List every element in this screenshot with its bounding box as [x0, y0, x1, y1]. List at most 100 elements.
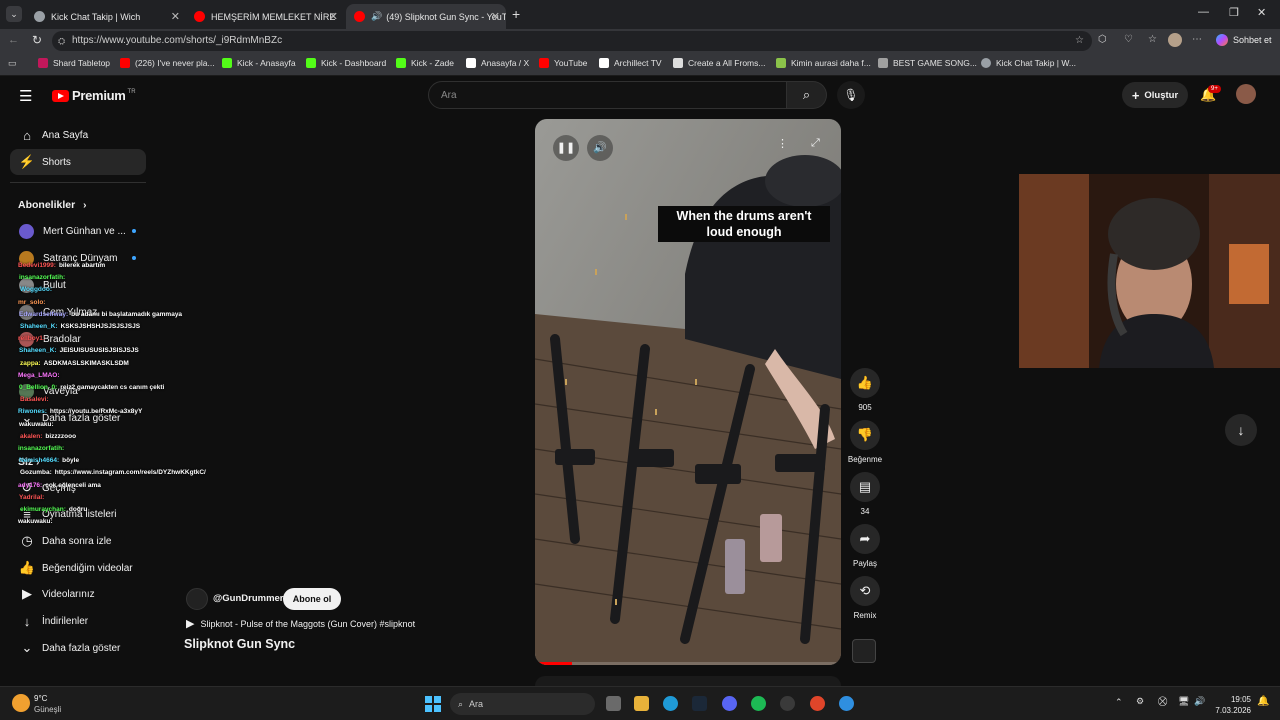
voice-search-button[interactable]: 🎙	[837, 81, 865, 109]
maximize-button[interactable]: ❐	[1229, 6, 1239, 19]
speaker-icon[interactable]: 🔊	[371, 11, 382, 22]
profile-avatar[interactable]	[1168, 33, 1182, 47]
tab-label: HEMŞERİM MEMLEKET NİRE	[211, 11, 336, 22]
channel-name[interactable]: @GunDrummer	[213, 593, 284, 604]
subscribe-button[interactable]: Abone ol	[283, 588, 341, 610]
tab-kick-chat[interactable]: Kick Chat Takip | Wich ✕	[26, 4, 186, 29]
minimize-button[interactable]: —	[1198, 6, 1209, 18]
search-input[interactable]: Ara	[428, 81, 787, 109]
volume-icon[interactable]: 🔊	[1194, 696, 1205, 707]
close-window-button[interactable]: ✕	[1257, 6, 1266, 19]
comments-button[interactable]: ▤	[850, 472, 880, 502]
channel-avatar[interactable]	[186, 588, 208, 610]
collections-icon[interactable]: ♡	[1124, 34, 1133, 45]
task-view-icon[interactable]	[606, 696, 621, 711]
tray-app-icon[interactable]: ⚙	[1136, 696, 1144, 707]
url-field[interactable]: ⛭ https://www.youtube.com/shorts/_i9RdmM…	[52, 31, 1092, 51]
dislike-button[interactable]: 👎	[850, 420, 880, 450]
subscriptions-header[interactable]: Abonelikler ›	[18, 199, 86, 211]
short-video-player[interactable]: ❚❚ 🔊 ⋮ ⤢ When the drums aren't loud enou…	[535, 119, 841, 665]
search-button[interactable]: ⌕	[787, 81, 827, 109]
sound-link[interactable]: ▶ Slipknot - Pulse of the Maggots (Gun C…	[186, 617, 415, 630]
chat-message: zappa: ASDKMASLSKIMASKLSDM	[20, 360, 129, 367]
sidebar-sub-mert[interactable]: Mert Günhan ve ...	[10, 218, 146, 244]
tray-chevron-icon[interactable]: ⌃	[1115, 697, 1123, 708]
sound-title: Slipknot - Pulse of the Maggots (Gun Cov…	[200, 618, 416, 629]
sidebar-item-show-more[interactable]: ⌄ Daha fazla göster	[10, 635, 146, 661]
browser-icon[interactable]	[839, 696, 854, 711]
start-button[interactable]	[425, 696, 441, 712]
bookmark-archillect[interactable]: Archillect TV	[599, 58, 662, 68]
star-icon[interactable]: ☆	[1075, 31, 1084, 51]
bookmark-shard-tabletop[interactable]: Shard Tabletop	[38, 58, 110, 68]
account-avatar[interactable]	[1236, 84, 1256, 104]
chevron-down-icon: ⌄	[21, 640, 33, 655]
bookmark-x[interactable]: Anasayfa / X	[466, 58, 529, 68]
weather-icon[interactable]	[12, 694, 30, 712]
notifications-icon[interactable]: 🔔	[1257, 696, 1269, 707]
bookmark-label: Kick - Anasayfa	[237, 58, 296, 68]
weather-desc[interactable]: Güneşli	[34, 705, 61, 714]
bookmark-youtube[interactable]: YouTube	[539, 58, 587, 68]
more-menu-icon[interactable]: ⋯	[1192, 34, 1202, 45]
sidebar-item-liked[interactable]: 👍 Beğendiğim videolar	[10, 555, 146, 581]
bookmark-label: YouTube	[554, 58, 588, 68]
sound-thumbnail[interactable]	[852, 639, 876, 663]
bookmark-kick-chat-takip[interactable]: Kick Chat Takip | W...	[981, 58, 1076, 68]
sidebar-item-downloads[interactable]: ↓ İndirilenler	[10, 608, 146, 634]
bookmark-create[interactable]: Create a All Froms...	[673, 58, 765, 68]
next-short-preview[interactable]	[535, 676, 841, 686]
like-button[interactable]: 👍	[850, 368, 880, 398]
address-bar-row: ← ↻ ⛭ https://www.youtube.com/shorts/_i9…	[0, 29, 1280, 53]
create-button[interactable]: + Oluştur	[1122, 82, 1188, 108]
clock-date[interactable]: 7.03.2026	[1205, 706, 1251, 715]
unreal-icon[interactable]	[780, 696, 795, 711]
extensions-icon[interactable]: ⬡	[1098, 34, 1107, 45]
bookmark-youtube-video[interactable]: (226) I've never pla...	[120, 58, 215, 68]
bookmark-kick-anasayfa[interactable]: Kick - Anasayfa	[222, 58, 296, 68]
sidebar-item-shorts[interactable]: ⚡ Shorts	[10, 149, 146, 175]
bookmark-kick-dashboard[interactable]: Kick - Dashboard	[306, 58, 386, 68]
tab-slipknot-active[interactable]: 🔊 (49) Slipknot Gun Sync - YouT ✕	[346, 4, 506, 29]
bookmark-best-game-song[interactable]: BEST GAME SONG...	[878, 58, 977, 68]
network-icon[interactable]: 🖥	[1178, 696, 1189, 707]
file-explorer-icon[interactable]	[634, 696, 649, 711]
tab-list-button[interactable]: ⌄	[6, 6, 22, 22]
back-icon[interactable]: ←	[8, 34, 19, 46]
reading-list-icon[interactable]: ▭	[8, 58, 17, 69]
new-tab-button[interactable]: +	[512, 6, 520, 22]
weather-temp[interactable]: 9°C	[34, 694, 47, 703]
site-info-icon[interactable]: ⛭	[58, 31, 65, 51]
spotify-icon[interactable]	[751, 696, 766, 711]
volume-button[interactable]: 🔊	[587, 135, 613, 161]
reload-icon[interactable]: ↻	[32, 33, 42, 47]
app-icon[interactable]	[810, 696, 825, 711]
close-tab-icon[interactable]: ✕	[491, 10, 500, 23]
remix-button[interactable]: ⟲	[850, 576, 880, 606]
close-tab-icon[interactable]: ✕	[329, 10, 338, 23]
menu-icon[interactable]: ☰	[19, 87, 32, 105]
taskbar-search[interactable]: ⌕ Ara	[450, 693, 595, 715]
bookmark-kick-zade[interactable]: Kick - Zade	[396, 58, 454, 68]
tray-app-icon[interactable]: ⛒	[1158, 696, 1167, 707]
close-tab-icon[interactable]: ✕	[171, 10, 180, 23]
sidebar-item-home[interactable]: ⌂ Ana Sayfa	[10, 122, 146, 148]
progress-track[interactable]	[535, 662, 841, 665]
chat-username: ady176:	[18, 481, 43, 489]
sidebar-item-your-videos[interactable]: ▶ Videolarınız	[10, 581, 146, 607]
discord-icon[interactable]	[722, 696, 737, 711]
short-title[interactable]: Slipknot Gun Sync	[184, 637, 295, 651]
pause-button[interactable]: ❚❚	[553, 135, 579, 161]
steam-icon[interactable]	[692, 696, 707, 711]
favorites-icon[interactable]: ☆	[1148, 34, 1157, 45]
next-short-button[interactable]: ↓	[1225, 414, 1257, 446]
copilot-button[interactable]: Sohbet et	[1216, 34, 1272, 46]
share-button[interactable]: ➦	[850, 524, 880, 554]
tab-hemserim[interactable]: HEMŞERİM MEMLEKET NİRE ✕	[186, 4, 344, 29]
youtube-logo[interactable]: Premium TR	[52, 88, 136, 103]
more-options-button[interactable]: ⋮	[777, 137, 788, 150]
bookmark-kimin-aurasi[interactable]: Kimin aurasi daha f...	[776, 58, 871, 68]
fullscreen-button[interactable]: ⤢	[811, 137, 820, 150]
clock-time[interactable]: 19:05	[1223, 695, 1251, 704]
edge-icon[interactable]	[663, 696, 678, 711]
